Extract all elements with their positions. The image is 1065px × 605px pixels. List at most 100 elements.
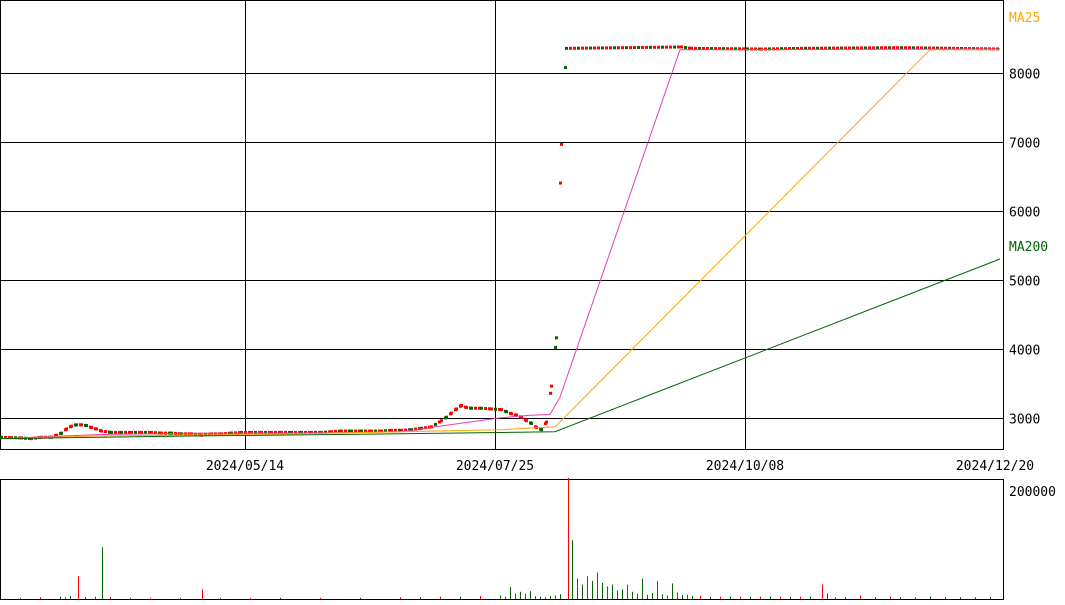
candle: [525, 419, 528, 423]
volume-bar: [672, 583, 673, 599]
volume-bar: [540, 596, 541, 599]
volume-bar: [945, 597, 946, 599]
legend-ma25: MA25: [1009, 11, 1040, 26]
candle: [649, 45, 652, 49]
candle: [124, 430, 127, 434]
volume-bar: [822, 584, 823, 599]
candle: [100, 429, 103, 433]
candle: [573, 46, 576, 50]
volume-bar: [460, 596, 461, 599]
volume-bar: [220, 597, 221, 599]
volume-bar: [505, 596, 506, 599]
volume-bar: [420, 597, 421, 599]
candle: [609, 46, 612, 50]
candle: [589, 46, 592, 50]
volume-bar: [780, 596, 781, 599]
volume-bar: [597, 572, 598, 599]
volume-bar: [692, 596, 693, 599]
candle: [440, 419, 443, 423]
volume-bar: [637, 593, 638, 599]
candle: [601, 46, 604, 50]
volume-bar: [85, 597, 86, 599]
volume-bar: [990, 597, 991, 599]
volume-bar: [975, 597, 976, 599]
volume-bar: [560, 594, 561, 599]
candle: [617, 46, 620, 50]
candle: [549, 391, 552, 395]
candle: [545, 420, 548, 424]
date-x-axis: 2024/05/14 2024/07/25 2024/10/08 2024/12/20: [206, 459, 1034, 474]
candle: [60, 431, 63, 435]
candle: [565, 46, 568, 50]
volume-bar: [65, 597, 66, 599]
candle: [75, 423, 78, 427]
volume-panel: 200000: [0, 477, 1056, 600]
candle: [70, 424, 73, 428]
volume-bar: [568, 477, 569, 599]
volume-bar: [760, 596, 761, 599]
candle: [130, 430, 133, 434]
volume-bar: [440, 596, 441, 599]
candle: [613, 46, 616, 50]
volume-bar: [662, 594, 663, 599]
volume-bar: [770, 596, 771, 599]
price-panel: 300040005000600070008000 2024/05/14 2024/…: [0, 0, 1048, 474]
volume-bar: [78, 576, 79, 599]
candle: [550, 384, 553, 388]
volume-bar: [400, 597, 401, 599]
volume-bar: [480, 596, 481, 599]
candle: [569, 46, 572, 50]
candle: [680, 45, 683, 49]
volume-bar: [582, 584, 583, 599]
candle: [470, 406, 473, 410]
candle: [661, 45, 664, 49]
volume-bar: [860, 595, 861, 599]
candle: [593, 46, 596, 50]
candle: [585, 46, 588, 50]
volume-bar: [677, 592, 678, 599]
candle: [641, 45, 644, 49]
candle: [577, 46, 580, 50]
candle: [560, 142, 563, 146]
candle: [455, 407, 458, 411]
candle: [540, 428, 543, 432]
volume-bar: [750, 596, 751, 599]
volume-bar: [587, 576, 588, 599]
candle: [494, 407, 497, 411]
volume-bar: [800, 596, 801, 599]
candle: [684, 46, 687, 50]
volume-bar: [607, 586, 608, 599]
volume-bar: [740, 596, 741, 599]
volume-bar: [202, 589, 203, 599]
candle: [677, 45, 680, 49]
candle: [653, 45, 656, 49]
volume-bar: [530, 591, 531, 599]
volume-bar: [790, 596, 791, 599]
candle: [605, 46, 608, 50]
volume-bar: [700, 596, 701, 599]
candle: [460, 403, 463, 407]
candle: [629, 46, 632, 50]
volume-bar: [720, 596, 721, 599]
candle: [104, 430, 107, 434]
volume-bar: [652, 593, 653, 599]
date-tick-label: 2024/07/25: [456, 459, 534, 474]
candle: [669, 45, 672, 49]
volume-bar: [900, 597, 901, 599]
volume-bar: [612, 584, 613, 599]
candle: [554, 345, 557, 349]
price-plot-area: [0, 0, 1004, 450]
candle: [465, 406, 468, 410]
volume-plot-area: [0, 479, 1004, 600]
volume-bar: [20, 597, 21, 599]
volume-bar: [60, 596, 61, 599]
price-tick-label: 6000: [1009, 206, 1040, 221]
volume-bar: [95, 596, 96, 599]
volume-bar: [520, 591, 521, 599]
volume-bar: [627, 584, 628, 599]
candle: [110, 430, 113, 434]
volume-bar: [667, 595, 668, 599]
volume-bar: [572, 540, 573, 599]
date-tick-label: 2024/12/20: [956, 459, 1034, 474]
volume-bar: [960, 597, 961, 599]
